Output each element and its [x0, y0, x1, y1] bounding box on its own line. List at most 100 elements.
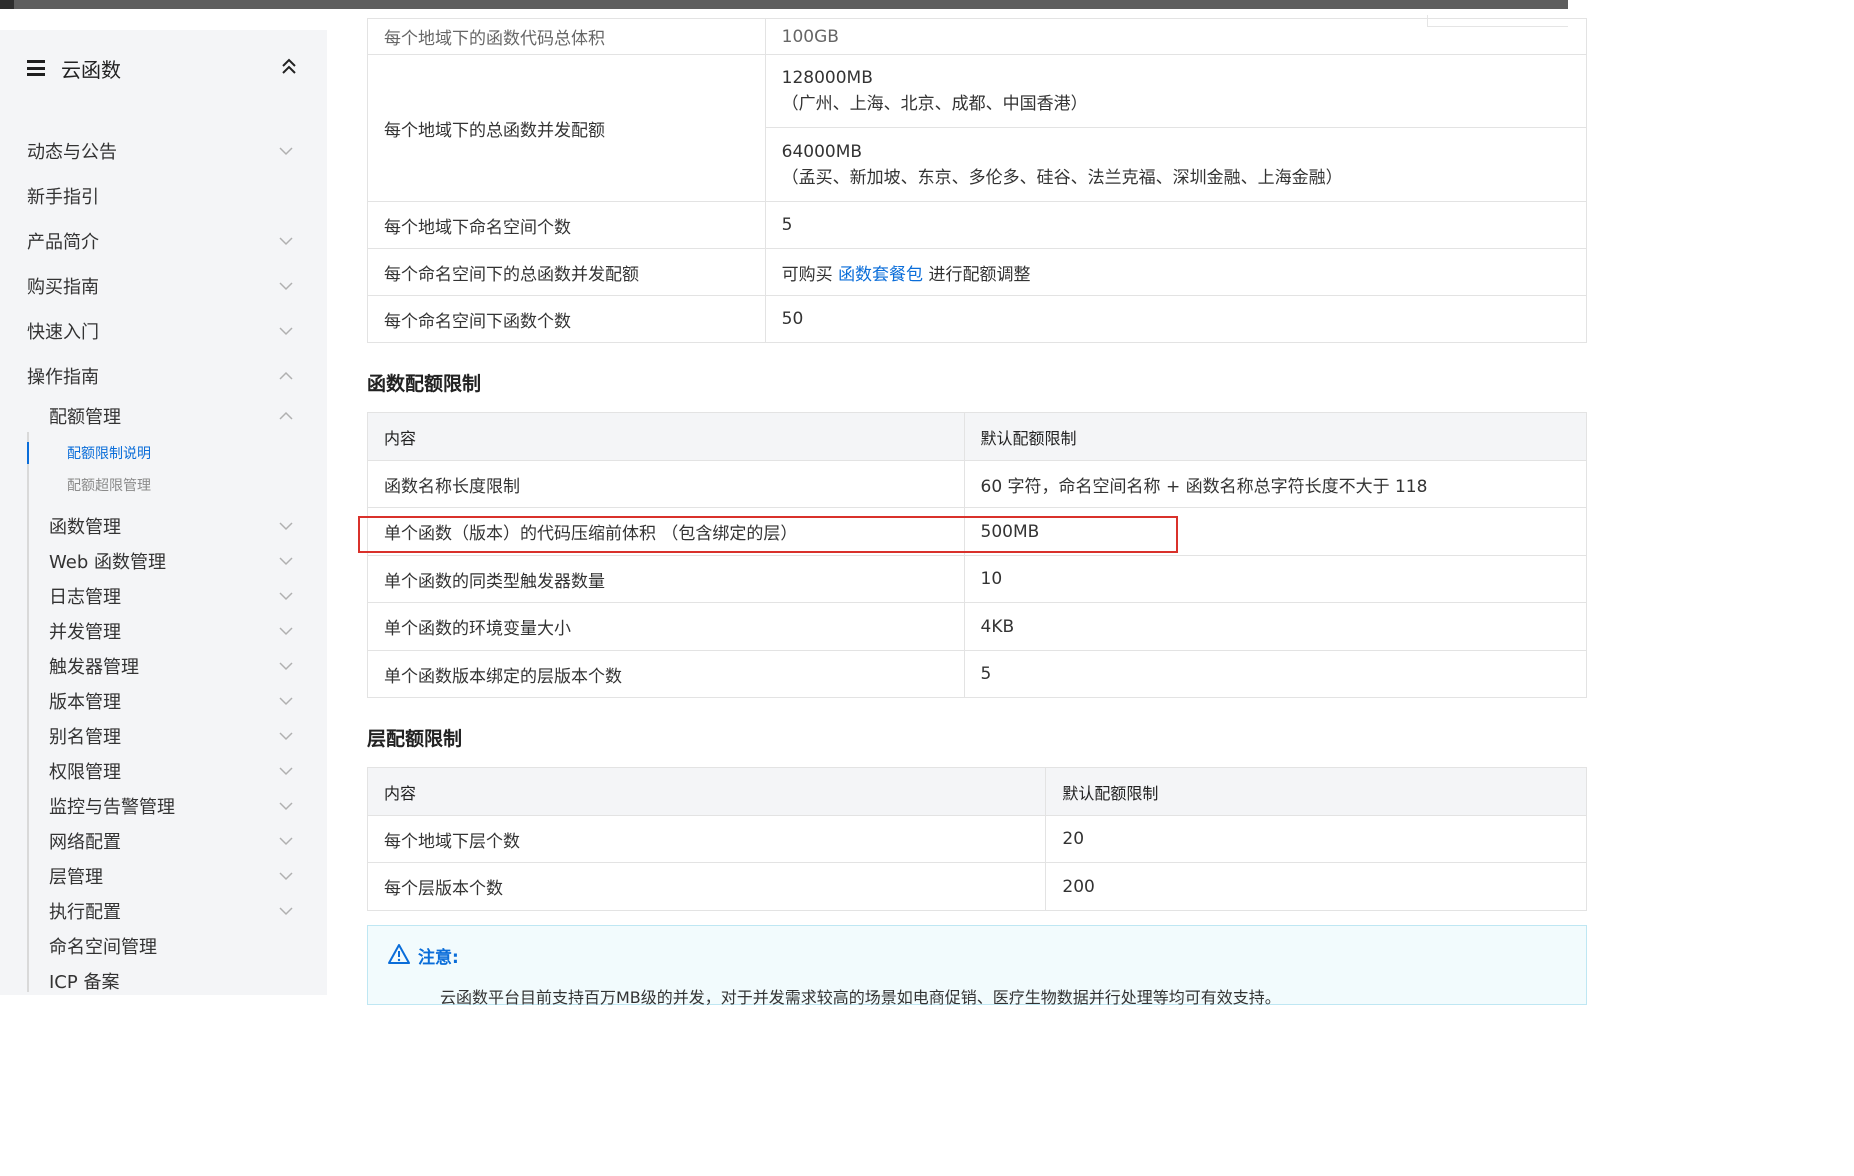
sidebar-item-namespace[interactable]: 命名空间管理	[49, 933, 293, 959]
quota-regions: （广州、上海、北京、成都、中国香港）	[781, 94, 1088, 114]
sidebar-item-execution[interactable]: 执行配置	[49, 898, 293, 924]
active-item-marker	[27, 442, 29, 464]
sidebar-item-intro[interactable]: 产品简介	[27, 228, 293, 254]
sidebar-item-label: 触发器管理	[49, 657, 139, 678]
highlight-box	[358, 516, 1178, 553]
sidebar-item-label: 配额超限管理	[67, 478, 151, 494]
package-link[interactable]: 函数套餐包	[838, 265, 923, 285]
sidebar-item-label: 购买指南	[27, 277, 99, 298]
sidebar-title: 云函数	[61, 57, 121, 82]
sidebar-item-concurrency[interactable]: 并发管理	[49, 618, 293, 644]
table-cell: 每个地域下的总函数并发配额	[367, 54, 766, 202]
table-row: 每个地域下命名空间个数 5	[367, 201, 1588, 249]
function-quota-table: 内容 默认配额限制 函数名称长度限制 60 字符，命名空间名称 + 函数名称总字…	[367, 412, 1587, 698]
table-cell: 单个函数的环境变量大小	[367, 602, 965, 651]
sidebar-item-triggers[interactable]: 触发器管理	[49, 653, 293, 679]
sidebar-item-permissions[interactable]: 权限管理	[49, 758, 293, 784]
chevron-down-icon	[279, 557, 293, 566]
table-header-row: 内容 默认配额限制	[367, 412, 1587, 461]
section-title-layer-quota: 层配额限制	[367, 728, 463, 750]
column-header: 默认配额限制	[963, 412, 1587, 461]
sidebar-item-label: 日志管理	[49, 587, 121, 608]
quota-value: 64000MB	[781, 141, 863, 162]
double-chevron-up-icon[interactable]	[281, 56, 297, 76]
table-cell: 5	[963, 650, 1587, 698]
menu-icon[interactable]	[27, 60, 45, 76]
chevron-down-icon	[279, 627, 293, 636]
chevron-down-icon	[279, 907, 293, 916]
chevron-up-icon	[279, 411, 293, 420]
value-text: 进行配额调整	[928, 264, 1031, 285]
chevron-down-icon	[279, 837, 293, 846]
doc-sidebar: 云函数 动态与公告 新手指引 产品简介 购买指南 快速入门 操作指南 配额管理 …	[0, 30, 327, 995]
tree-guide-line	[27, 432, 29, 992]
table-row: 每个命名空间下函数个数 50	[367, 295, 1588, 343]
chevron-down-icon	[279, 802, 293, 811]
sidebar-item-quota-management[interactable]: 配额管理	[49, 403, 293, 429]
table-cell: 每个地域下的函数代码总体积	[367, 18, 766, 55]
table-cell: 每个地域下层个数	[366, 815, 1047, 863]
sidebar-item-aliases[interactable]: 别名管理	[49, 723, 293, 749]
table-cell: 函数名称长度限制	[367, 460, 965, 508]
table-cell: 128000MB （广州、上海、北京、成都、中国香港）	[764, 54, 1588, 128]
sidebar-item-label: 层管理	[49, 867, 103, 888]
window-top-bar	[0, 0, 1568, 9]
sidebar-item-quickstart[interactable]: 快速入门	[27, 318, 293, 344]
sidebar-item-function-management[interactable]: 函数管理	[49, 513, 293, 539]
table-row: 单个函数的环境变量大小 4KB	[367, 602, 1587, 651]
table-row: 单个函数的同类型触发器数量 10	[367, 555, 1587, 603]
table-row: 每个地域下的函数代码总体积 100GB	[367, 18, 1588, 55]
table-cell: 4KB	[963, 602, 1587, 651]
sidebar-item-network[interactable]: 网络配置	[49, 828, 293, 854]
column-header: 内容	[367, 412, 965, 461]
sidebar-item-label: 函数管理	[49, 517, 121, 538]
sidebar-item-log-management[interactable]: 日志管理	[49, 583, 293, 609]
sidebar-item-purchase[interactable]: 购买指南	[27, 273, 293, 299]
sidebar-item-label: 命名空间管理	[49, 937, 157, 958]
sidebar-item-icp[interactable]: ICP 备案	[49, 968, 293, 994]
sidebar-item-label: 版本管理	[49, 692, 121, 713]
sidebar-item-web-function[interactable]: Web 函数管理	[49, 548, 293, 574]
chevron-down-icon	[279, 592, 293, 601]
chevron-down-icon	[279, 522, 293, 531]
table-cell: 每个命名空间下函数个数	[367, 295, 766, 343]
chevron-down-icon	[279, 767, 293, 776]
sidebar-item-label: 权限管理	[49, 762, 121, 783]
chevron-down-icon	[279, 327, 293, 336]
sidebar-header: 云函数	[27, 54, 297, 82]
sidebar-item-label: Web 函数管理	[49, 552, 166, 573]
notice-text: 云函数平台目前支持百万MB级的并发，对于并发需求较高的场景如电商促销、医疗生物数…	[440, 988, 1281, 1007]
chevron-down-icon	[279, 872, 293, 881]
sidebar-item-label: ICP 备案	[49, 972, 120, 993]
notice-label: 注意:	[418, 948, 459, 968]
sidebar-item-quota-limits[interactable]: 配额限制说明	[67, 442, 293, 464]
sidebar-item-beginner[interactable]: 新手指引	[27, 183, 293, 209]
warning-icon	[388, 944, 410, 964]
table-cell: 50	[764, 295, 1588, 343]
sidebar-item-label: 执行配置	[49, 902, 121, 923]
sidebar-item-label: 产品简介	[27, 232, 99, 253]
table-cell: 10	[963, 555, 1587, 603]
sidebar-item-monitoring[interactable]: 监控与告警管理	[49, 793, 293, 819]
table-cell: 100GB	[764, 18, 1588, 55]
table-row: 每个地域下的总函数并发配额 128000MB （广州、上海、北京、成都、中国香港…	[367, 54, 1588, 202]
layer-quota-table: 内容 默认配额限制 每个地域下层个数 20 每个层版本个数 200	[366, 767, 1587, 911]
sidebar-item-operation-guide[interactable]: 操作指南	[27, 363, 293, 389]
sidebar-item-quota-exceeded[interactable]: 配额超限管理	[67, 474, 293, 496]
column-header: 默认配额限制	[1045, 767, 1587, 816]
notice-box: 注意: 云函数平台目前支持百万MB级的并发，对于并发需求较高的场景如电商促销、医…	[367, 925, 1587, 1007]
table-cell: 5	[764, 201, 1588, 249]
chevron-down-icon	[279, 732, 293, 741]
table-cell: 每个层版本个数	[366, 862, 1047, 911]
sidebar-item-label: 配额管理	[49, 407, 121, 428]
sidebar-item-label: 配额限制说明	[67, 446, 151, 462]
sidebar-item-layers[interactable]: 层管理	[49, 863, 293, 889]
section-title-function-quota: 函数配额限制	[367, 373, 482, 395]
sidebar-item-news[interactable]: 动态与公告	[27, 138, 293, 164]
chevron-down-icon	[279, 282, 293, 291]
chevron-down-icon	[279, 237, 293, 246]
chevron-down-icon	[279, 697, 293, 706]
table-row: 函数名称长度限制 60 字符，命名空间名称 + 函数名称总字符长度不大于 118	[367, 460, 1587, 508]
sidebar-item-versions[interactable]: 版本管理	[49, 688, 293, 714]
sidebar-item-label: 网络配置	[49, 832, 121, 853]
